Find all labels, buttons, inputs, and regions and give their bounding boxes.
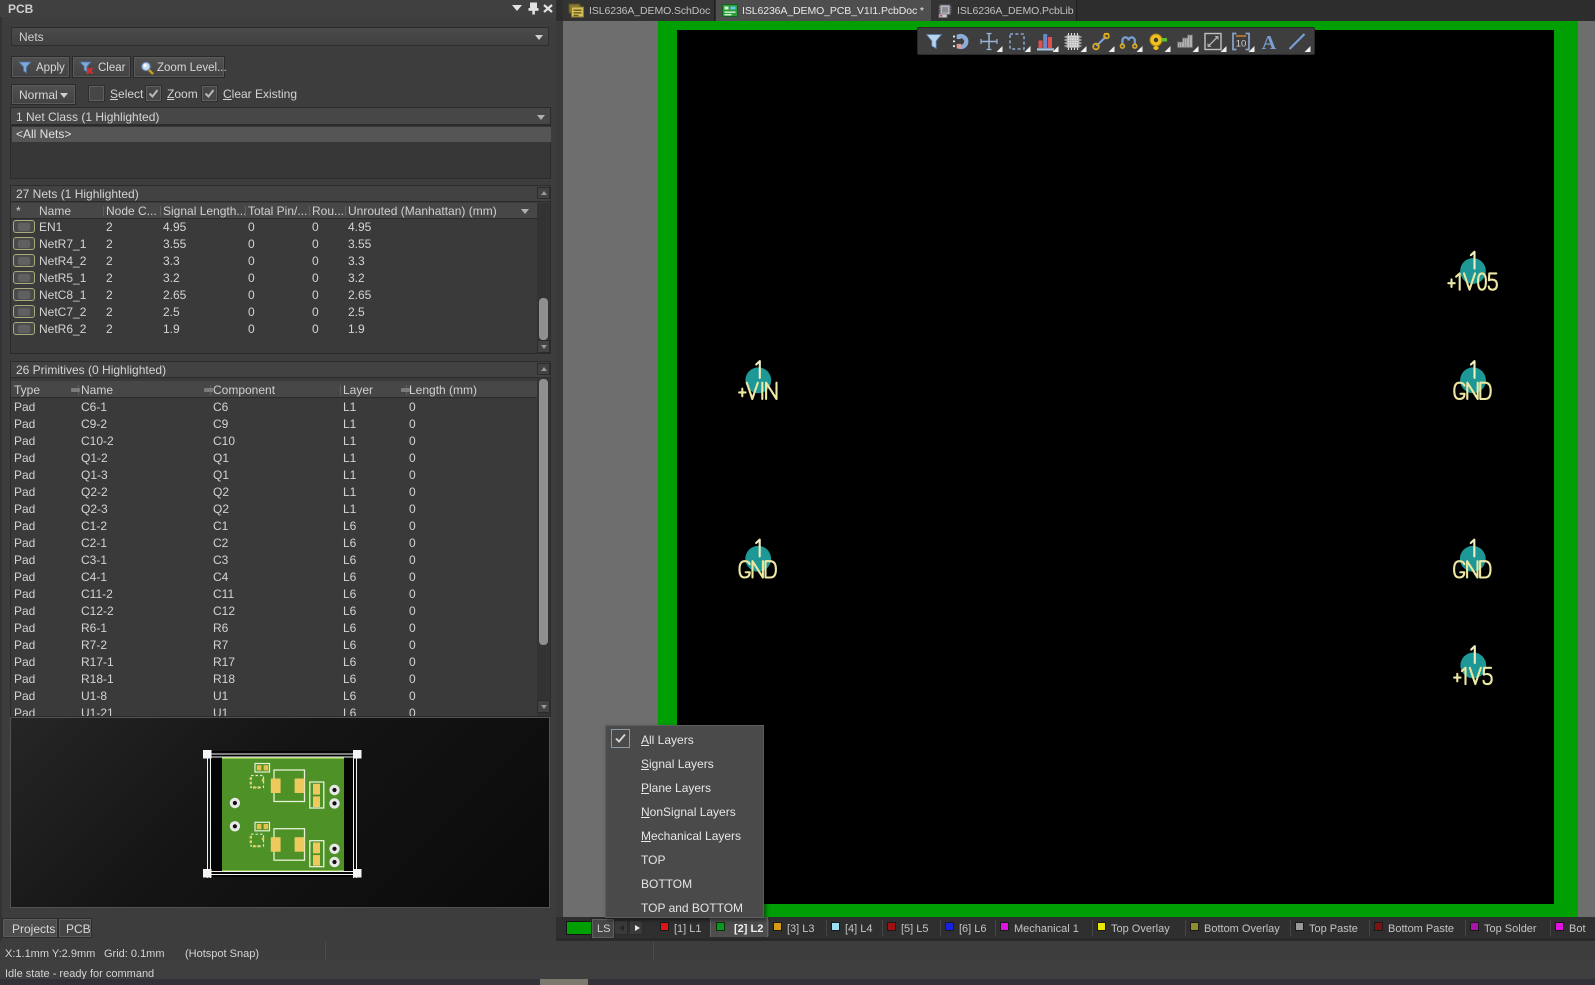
svg-text:A: A bbox=[1262, 32, 1277, 54]
svg-text:10: 10 bbox=[1236, 39, 1247, 50]
